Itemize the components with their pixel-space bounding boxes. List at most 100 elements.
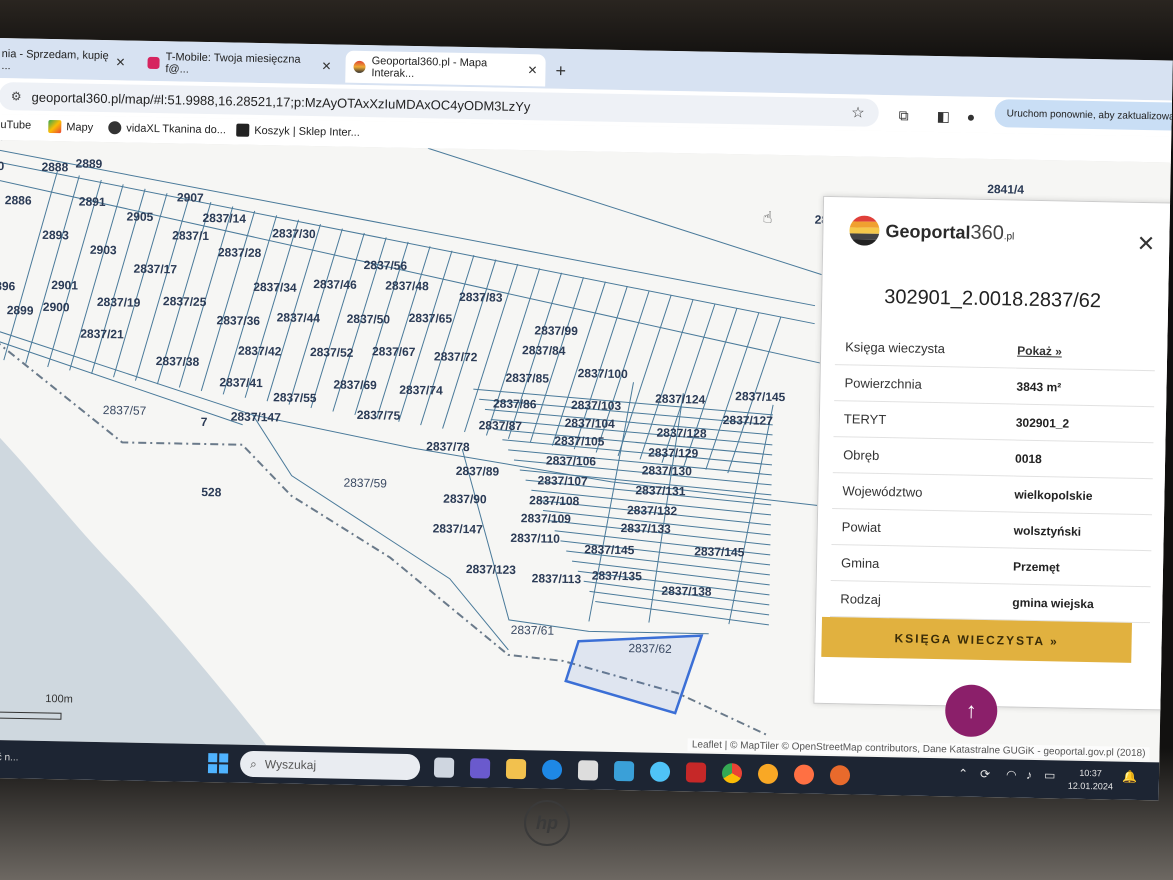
parcel-label: 2837/86 xyxy=(493,397,537,412)
show-land-register-link[interactable]: Pokaż » xyxy=(1017,343,1062,358)
bookmark-star-icon[interactable]: ☆ xyxy=(851,103,865,121)
app-icon[interactable] xyxy=(613,760,635,782)
parcel-label: 2837/135 xyxy=(592,568,643,583)
parcel-label: 2837/72 xyxy=(434,349,478,364)
parcel-label: 2837/132 xyxy=(627,503,678,518)
bookmark-youtube[interactable]: ouTube xyxy=(0,119,31,132)
parcel-label: 2841/4 xyxy=(987,182,1024,197)
mcafee-icon[interactable] xyxy=(685,762,707,783)
parcel-label: 2837/107 xyxy=(537,473,588,488)
parcel-label: 2837/145 xyxy=(584,542,635,557)
parcel-label: 2837/127 xyxy=(723,413,774,428)
row-value: 302901_2 xyxy=(1014,404,1155,443)
chrome-icon[interactable] xyxy=(721,762,743,784)
parcel-label: 2837/1 xyxy=(172,228,209,243)
wifi-icon[interactable]: ◠ xyxy=(1006,767,1017,781)
bookmark-label: Mapy xyxy=(66,120,94,134)
taskbar-search[interactable]: ⌕ Wyszukaj xyxy=(239,750,421,781)
parcel-label: 2837/106 xyxy=(546,454,597,469)
bookmark-vidaxl[interactable]: vidaXL Tkanina do... xyxy=(108,121,226,136)
water-area xyxy=(0,429,267,746)
store-icon[interactable] xyxy=(577,760,599,781)
app-icon[interactable] xyxy=(829,765,851,786)
firefox-icon[interactable] xyxy=(793,764,815,785)
parcel-label: 2901 xyxy=(51,278,78,293)
screen: nia - Sprzedam, kupię ... ✕ T-Mobile: Tw… xyxy=(0,38,1173,801)
profile-icon[interactable]: ● xyxy=(967,109,976,125)
tmobile-icon xyxy=(147,56,160,70)
row-value: Przemęt xyxy=(1011,548,1152,587)
parcel-label: 2837/48 xyxy=(385,278,429,293)
parcel-label: 2837/131 xyxy=(635,483,686,498)
bookmark-label: ouTube xyxy=(0,118,32,132)
extensions-icon[interactable]: ⧉ xyxy=(899,107,909,124)
parcel-label: 2837/34 xyxy=(253,280,297,295)
row-key: Księga wieczysta xyxy=(834,329,1017,369)
row-value: 3843 m² xyxy=(1015,368,1155,407)
parcel-label: 2837/78 xyxy=(426,439,470,454)
app-icon[interactable] xyxy=(649,761,671,782)
tab-tmobile[interactable]: T-Mobile: Twoja miesięczna f@... ✕ xyxy=(139,47,340,83)
parcel-label: 2837/145 xyxy=(694,544,745,559)
table-row: Obręb 0018 xyxy=(832,436,1154,479)
battery-icon[interactable]: ▭ xyxy=(1044,768,1056,782)
parcel-label: 2837/89 xyxy=(456,464,500,479)
attributes-table: Księga wieczysta Pokaż » Powierzchnia 3843… xyxy=(830,329,1156,623)
close-icon[interactable]: ✕ xyxy=(1137,231,1156,257)
parcel-label: 2837/50 xyxy=(347,312,391,327)
maps-icon xyxy=(48,119,62,134)
new-tab-button[interactable]: + xyxy=(555,61,566,82)
update-button[interactable]: Uruchom ponownie, aby zaktualizować xyxy=(994,99,1173,131)
sync-icon[interactable]: ⟳ xyxy=(980,767,990,781)
volume-icon[interactable]: ♪ xyxy=(1026,768,1032,782)
close-icon[interactable]: ✕ xyxy=(115,55,125,69)
side-panel-icon[interactable]: ◧ xyxy=(937,108,951,125)
parcel-label: 2837/30 xyxy=(272,226,316,241)
hp-logo: hp xyxy=(524,800,570,846)
parcel-id: 302901_2.0018.2837/62 xyxy=(883,286,1102,313)
bookmark-label: Koszyk | Sklep Inter... xyxy=(254,124,360,139)
table-row: Powierzchnia 3843 m² xyxy=(834,364,1155,407)
notification-bell-icon[interactable]: 🔔 xyxy=(1122,770,1137,784)
parcel-label: 2837/133 xyxy=(621,521,672,536)
tab-olx[interactable]: nia - Sprzedam, kupię ... ✕ xyxy=(0,44,134,79)
parcel-label: 2837/52 xyxy=(310,345,354,360)
bookmark-maps[interactable]: Mapy xyxy=(48,119,94,134)
url-text[interactable]: geoportal360.pl/map/#l:51.9988,16.28521,… xyxy=(32,89,531,114)
parcel-label: 2837/59 xyxy=(343,476,387,491)
chrome-canary-icon[interactable] xyxy=(757,763,779,785)
hand-cursor-icon: ☝ xyxy=(763,210,773,227)
file-explorer-icon[interactable] xyxy=(505,758,527,780)
chevron-up-icon[interactable]: ⌃ xyxy=(958,767,968,781)
site-settings-icon[interactable]: ⚙ xyxy=(11,89,22,103)
bookmark-koszyk[interactable]: Koszyk | Sklep Inter... xyxy=(236,123,360,139)
parcel-label: 2837/130 xyxy=(642,463,693,478)
clock[interactable]: 10:37 12.01.2024 xyxy=(1068,767,1114,794)
edge-icon[interactable] xyxy=(541,759,563,780)
parcel-label: 2837/108 xyxy=(529,493,580,508)
parcel-label: 2837/103 xyxy=(571,398,622,413)
update-label: Uruchom ponownie, aby zaktualizować xyxy=(1006,107,1173,123)
parcel-label: 2837/109 xyxy=(521,511,572,526)
land-register-button[interactable]: KSIĘGA WIECZYSTA » xyxy=(821,616,1132,663)
parcel-label: 896 xyxy=(0,279,16,293)
parcel-label: 2837/99 xyxy=(534,323,578,338)
task-view-icon[interactable] xyxy=(433,757,455,778)
windows-start-icon[interactable] xyxy=(207,753,229,774)
search-icon: ⌕ xyxy=(249,756,257,771)
parcel-label: 2886 xyxy=(5,193,32,208)
parcel-label: 2837/145 xyxy=(735,389,786,404)
chat-icon[interactable] xyxy=(469,758,491,779)
row-key: TERYT xyxy=(833,400,1016,441)
close-icon[interactable]: ✕ xyxy=(321,59,331,73)
parcel-label: 2889 xyxy=(75,156,102,171)
bookmark-label: vidaXL Tkanina do... xyxy=(126,121,227,136)
tab-geoportal[interactable]: Geoportal360.pl - Mapa Interak... ✕ xyxy=(345,50,546,87)
taskbar-widget-text[interactable]: pść n... xyxy=(0,752,19,764)
close-icon[interactable]: ✕ xyxy=(527,63,537,77)
geoportal-logo: Geoportal360.pl xyxy=(849,215,1014,248)
parcel-label: 2837/46 xyxy=(313,277,357,292)
parcel-label: 2837/65 xyxy=(409,311,453,326)
parcel-label: 2837/56 xyxy=(364,258,408,273)
parcel-label: 2837/28 xyxy=(218,245,262,260)
